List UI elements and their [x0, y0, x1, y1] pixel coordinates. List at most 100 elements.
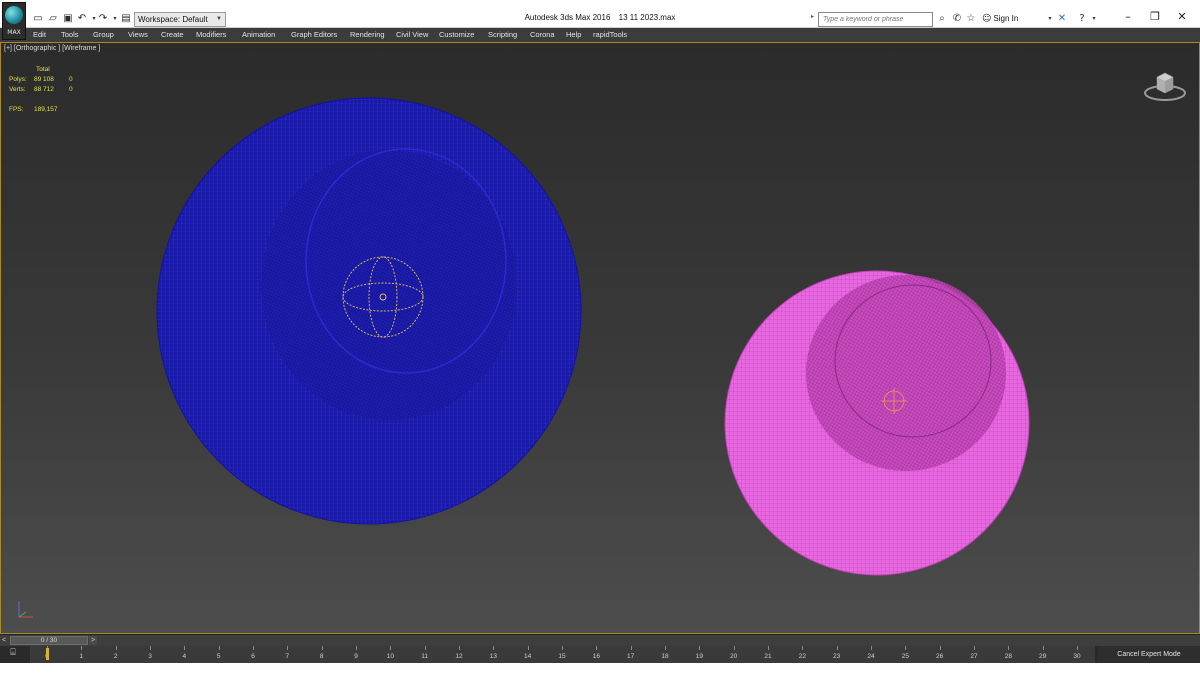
menu-graph-editors[interactable]: Graph Editors	[291, 30, 337, 40]
restore-icon[interactable]: ❐	[1145, 10, 1165, 26]
menu-rendering[interactable]: Rendering	[350, 30, 385, 40]
minimize-icon[interactable]: –	[1118, 10, 1138, 26]
search-expand-icon[interactable]: ▸	[811, 13, 814, 20]
ruler-tick	[287, 646, 289, 650]
file-name: 13 11 2023.max	[618, 13, 676, 22]
ruler-frame-number: 2	[113, 653, 118, 660]
blue-sphere-object[interactable]	[156, 97, 582, 525]
close-icon[interactable]: ✕	[1172, 10, 1192, 26]
statistics-overlay: Total Polys: 89 108 0 Verts: 88 712 0 FPS: 18…	[9, 65, 73, 115]
ruler-tick	[390, 646, 392, 650]
ruler-frame-number: 3	[148, 653, 152, 660]
ruler-frame-number: 29	[1039, 653, 1047, 660]
ruler-frame-number: 30	[1073, 653, 1081, 660]
ruler-frame-number: 1	[79, 653, 84, 660]
user-icon: ☺	[982, 14, 992, 24]
pink-sphere-object[interactable]	[724, 270, 1030, 576]
ruler-tick	[905, 646, 907, 650]
ruler-frame-number: 6	[251, 653, 255, 660]
menu-help[interactable]: Help	[566, 30, 581, 40]
new-file-icon[interactable]: ▭	[32, 13, 44, 25]
ruler-tick	[665, 646, 666, 650]
application-menu-button[interactable]: MAX	[2, 2, 26, 40]
project-folder-icon[interactable]: ▤	[120, 13, 132, 25]
menu-create[interactable]: Create	[161, 30, 184, 40]
menu-views[interactable]: Views	[128, 30, 148, 40]
ruler-frame-number: 7	[285, 653, 290, 660]
ruler-tick	[939, 646, 941, 650]
frame-ruler[interactable]: 0123456789101112131415161718192021222324…	[30, 646, 1095, 663]
next-frame-button[interactable]: >	[89, 636, 97, 645]
verts-selected: 0	[69, 86, 73, 93]
ruler-frame-number: 27	[970, 653, 978, 660]
ruler-tick	[150, 646, 151, 650]
chevron-down-icon: ▼	[216, 16, 222, 22]
favorites-star-icon[interactable]: ☆	[965, 13, 977, 25]
ruler-tick	[802, 646, 804, 650]
communication-center-icon[interactable]: ✆	[951, 13, 963, 25]
menu-scripting[interactable]: Scripting	[488, 30, 517, 40]
menu-modifiers[interactable]: Modifiers	[196, 30, 226, 40]
ruler-frame-number: 25	[901, 653, 909, 660]
menu-edit[interactable]: Edit	[33, 30, 46, 40]
ruler-frame-number: 15	[558, 653, 566, 660]
stats-polys-row: Polys: 89 108 0	[9, 75, 73, 85]
ruler-frame-number: 22	[798, 653, 806, 660]
fps-value: 189,157	[34, 106, 58, 113]
sign-in-button[interactable]: ☺ Sign In	[982, 13, 1018, 25]
save-icon[interactable]: ▣	[62, 13, 74, 25]
stats-verts-row: Verts: 88 712 0	[9, 85, 73, 95]
viewport-scene[interactable]	[1, 43, 1199, 633]
menu-civil-view[interactable]: Civil View	[396, 30, 428, 40]
ruler-tick	[115, 646, 117, 650]
menu-group[interactable]: Group	[93, 30, 114, 40]
time-slider: < 0 / 30 >	[0, 634, 1200, 646]
help-dropdown-icon[interactable]: ▾	[1088, 13, 1100, 25]
ruler-frame-number: 9	[354, 653, 358, 660]
mini-curve-editor-toggle-icon[interactable]: ⌸	[4, 648, 22, 662]
ruler-tick	[459, 646, 460, 650]
search-input[interactable]	[818, 12, 933, 27]
chevron-down-icon[interactable]: ▾	[1044, 13, 1056, 25]
exchange-apps-icon[interactable]: ✕	[1056, 13, 1068, 25]
cancel-expert-mode-button[interactable]: Cancel Expert Mode	[1098, 646, 1200, 663]
ruler-tick	[493, 646, 495, 650]
ruler-tick	[562, 646, 563, 650]
verts-total: 88 712	[34, 86, 54, 93]
axis-tripod-icon	[18, 601, 33, 618]
ruler-frame-number: 24	[867, 653, 875, 660]
open-file-icon[interactable]: ▱	[47, 13, 59, 25]
menu-animation[interactable]: Animation	[242, 30, 275, 40]
ruler-frame-number: 12	[455, 653, 463, 660]
help-icon[interactable]: ?	[1076, 13, 1088, 25]
ruler-frame-number: 16	[592, 653, 600, 660]
ruler-tick	[1042, 646, 1044, 650]
previous-frame-button[interactable]: <	[2, 636, 10, 645]
redo-icon[interactable]: ↷	[97, 13, 109, 25]
ruler-frame-number: 13	[489, 653, 497, 660]
viewport-label[interactable]: [+] [Orthographic ] [Wireframe ]	[4, 45, 100, 52]
ruler-tick	[699, 646, 701, 650]
menu-rapidtools[interactable]: rapidTools	[593, 30, 627, 40]
ruler-frame-number: 28	[1004, 653, 1012, 660]
ruler-tick	[527, 646, 529, 650]
ruler-frame-number: 8	[319, 653, 324, 660]
viewcube-icon[interactable]	[1141, 65, 1189, 103]
time-slider-handle[interactable]: 0 / 30	[10, 636, 88, 645]
binoculars-icon[interactable]: ⌕	[936, 13, 948, 25]
logo-text: MAX	[7, 29, 21, 36]
ruler-tick	[321, 646, 323, 650]
menu-tools[interactable]: Tools	[61, 30, 79, 40]
ruler-tick	[836, 646, 838, 650]
current-frame-marker[interactable]	[46, 648, 49, 660]
ruler-frame-number: 17	[627, 653, 635, 660]
perspective-viewport[interactable]: [+] [Orthographic ] [Wireframe ] Total P…	[0, 42, 1200, 634]
ruler-frame-number: 18	[661, 653, 669, 660]
workspace-dropdown[interactable]: Workspace: Default ▼	[134, 12, 226, 27]
menu-customize[interactable]: Customize	[439, 30, 474, 40]
ruler-tick	[630, 646, 632, 650]
menu-corona[interactable]: Corona	[530, 30, 555, 40]
polys-selected: 0	[69, 76, 73, 83]
polys-label: Polys:	[9, 76, 27, 83]
undo-icon[interactable]: ↶	[76, 13, 88, 25]
